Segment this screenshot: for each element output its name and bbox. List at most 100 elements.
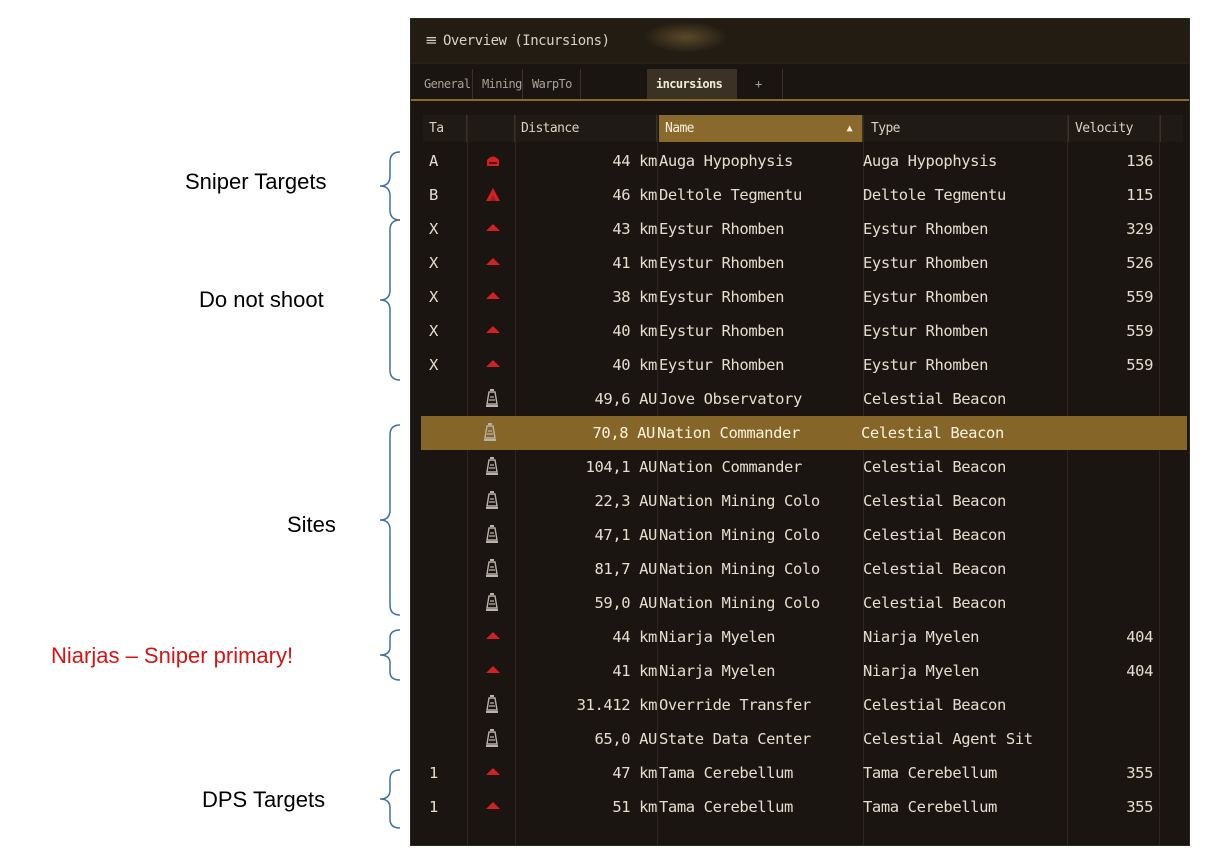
row-type: Eystur Rhomben [863, 288, 989, 306]
annotation-niarjas: Niarjas – Sniper primary! [51, 643, 294, 668]
row-type: Niarja Myelen [863, 628, 980, 646]
row-name: Override Transfer [659, 696, 811, 714]
table-row[interactable]: 81,7 AU Nation Mining Colo Celestial Beaco… [423, 552, 1183, 586]
row-velocity [1071, 586, 1153, 620]
table-row[interactable]: 70,8 AU Nation Commander Celestial Beacon [421, 416, 1187, 450]
table-row[interactable]: X 41 km Eystur Rhomben Eystur Rhomben 526 [423, 246, 1183, 280]
row-distance: 40 km [612, 322, 657, 340]
table-row[interactable]: 59,0 AU Nation Mining Colo Celestial Beaco… [423, 586, 1183, 620]
column-header-tag[interactable]: Ta [423, 115, 467, 142]
row-velocity [1071, 518, 1153, 552]
tab-incursions[interactable]: incursions [647, 69, 737, 99]
table-row[interactable]: 1 47 km Tama Cerebellum Tama Cerebellum 355 [423, 756, 1183, 790]
row-velocity: 404 [1126, 662, 1153, 680]
tab-general[interactable]: General [415, 69, 473, 99]
table-row[interactable]: 44 km Niarja Myelen Niarja Myelen 404 [423, 620, 1183, 654]
row-distance: 49,6 AU [594, 390, 657, 408]
row-tag [429, 620, 469, 654]
row-velocity: 115 [1126, 186, 1153, 204]
table-row[interactable]: 41 km Niarja Myelen Niarja Myelen 404 [423, 654, 1183, 688]
row-distance: 81,7 AU [594, 560, 657, 578]
row-velocity: 404 [1126, 628, 1153, 646]
row-distance: 38 km [612, 288, 657, 306]
window-title: Overview (Incursions) [443, 33, 610, 49]
annotation-sniper-targets: Sniper Targets [185, 169, 327, 194]
row-tag: 1 [429, 798, 438, 816]
row-distance: 104,1 AU [585, 458, 657, 476]
row-type: Eystur Rhomben [863, 356, 989, 374]
overview-tabs: General Mining WarpTo incursions + [411, 69, 1189, 101]
table-row[interactable]: X 38 km Eystur Rhomben Eystur Rhomben 559 [423, 280, 1183, 314]
table-row[interactable]: B 46 km Deltole Tegmentu Deltole Tegmentu 11… [423, 178, 1183, 212]
table-row[interactable]: 22,3 AU Nation Mining Colo Celestial Beaco… [423, 484, 1183, 518]
row-velocity: 559 [1126, 288, 1153, 306]
row-type: Eystur Rhomben [863, 254, 989, 272]
table-row[interactable]: 49,6 AU Jove Observatory Celestial Beacon [423, 382, 1183, 416]
column-header-type[interactable]: Type [865, 115, 1069, 142]
table-row[interactable]: X 40 km Eystur Rhomben Eystur Rhomben 559 [423, 348, 1183, 382]
row-velocity [1071, 382, 1153, 416]
row-distance: 41 km [612, 254, 657, 272]
row-type: Celestial Beacon [863, 594, 1006, 612]
row-type: Celestial Agent Sit [863, 730, 1033, 748]
row-type: Eystur Rhomben [863, 322, 989, 340]
tab-warpto[interactable]: WarpTo [523, 69, 581, 99]
row-type: Celestial Beacon [863, 526, 1006, 544]
row-distance: 22,3 AU [594, 492, 657, 510]
overview-window: ≡ Overview (Incursions) General Mining W… [410, 18, 1190, 846]
row-name: Niarja Myelen [659, 628, 776, 646]
sort-ascending-icon: ▲ [846, 123, 853, 134]
column-header-name-label: Name [665, 121, 695, 136]
row-type: Celestial Beacon [863, 390, 1006, 408]
brace-niarjas [379, 629, 401, 681]
table-row[interactable]: A 44 km Auga Hypophysis Auga Hypophysis 136 [423, 144, 1183, 178]
row-velocity: 355 [1126, 798, 1153, 816]
row-distance: 41 km [612, 662, 657, 680]
row-tag [429, 688, 469, 722]
row-type: Auga Hypophysis [863, 152, 997, 170]
brace-dps-targets [379, 769, 401, 829]
table-row[interactable]: X 43 km Eystur Rhomben Eystur Rhomben 329 [423, 212, 1183, 246]
add-tab-button[interactable]: + [737, 69, 783, 99]
row-distance: 47 km [612, 764, 657, 782]
menu-icon[interactable]: ≡ [425, 33, 438, 48]
row-distance: 70,8 AU [592, 424, 655, 442]
brace-do-not-shoot [379, 219, 401, 381]
row-name: Tama Cerebellum [659, 798, 793, 816]
column-header-icon[interactable] [467, 115, 515, 142]
row-velocity: 355 [1126, 764, 1153, 782]
brace-sites [379, 424, 401, 616]
table-row[interactable]: 31.412 km Override Transfer Celestial Beac… [423, 688, 1183, 722]
table-row[interactable]: X 40 km Eystur Rhomben Eystur Rhomben 559 [423, 314, 1183, 348]
column-header-distance[interactable]: Distance [515, 115, 657, 142]
row-name: Jove Observatory [659, 390, 802, 408]
row-type: Celestial Beacon [863, 560, 1006, 578]
row-name: Eystur Rhomben [659, 322, 785, 340]
table-row[interactable]: 65,0 AU State Data Center Celestial Agent … [423, 722, 1183, 756]
brace-sniper-targets [379, 151, 401, 221]
row-velocity [1071, 484, 1153, 518]
row-tag: A [429, 152, 438, 170]
table-row[interactable]: 1 51 km Tama Cerebellum Tama Cerebellum 355 [423, 790, 1183, 824]
annotation-do-not-shoot: Do not shoot [199, 287, 324, 312]
row-name: State Data Center [659, 730, 811, 748]
row-name: Niarja Myelen [659, 662, 776, 680]
table-row[interactable]: 47,1 AU Nation Mining Colo Celestial Beaco… [423, 518, 1183, 552]
row-name: Nation Mining Colo [659, 526, 820, 544]
row-tag [429, 586, 469, 620]
row-distance: 46 km [612, 186, 657, 204]
row-name: Auga Hypophysis [659, 152, 793, 170]
window-titlebar[interactable]: ≡ Overview (Incursions) [411, 19, 1189, 64]
table-row[interactable]: 104,1 AU Nation Commander Celestial Beacon [423, 450, 1183, 484]
column-header-name[interactable]: Name ▲ [659, 115, 863, 142]
tab-mining[interactable]: Mining [473, 69, 523, 99]
row-velocity: 526 [1126, 254, 1153, 272]
column-header-velocity[interactable]: Velocity [1069, 115, 1161, 142]
row-type: Celestial Beacon [863, 492, 1006, 510]
row-type: Niarja Myelen [863, 662, 980, 680]
row-type: Celestial Beacon [861, 424, 1004, 442]
row-name: Nation Mining Colo [659, 492, 820, 510]
row-name: Nation Mining Colo [659, 594, 820, 612]
row-tag [429, 382, 469, 416]
row-tag: X [429, 356, 438, 374]
